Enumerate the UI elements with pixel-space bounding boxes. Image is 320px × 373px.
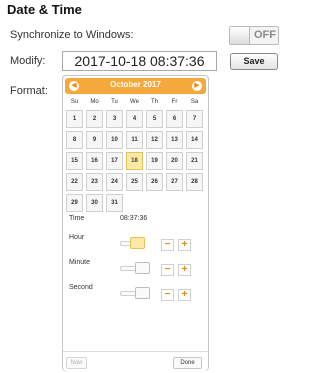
- calendar-day[interactable]: 12: [146, 131, 163, 149]
- month-title: October 2017: [110, 80, 161, 89]
- minute-label: Minute: [69, 259, 91, 266]
- calendar-day-selected[interactable]: 18: [126, 152, 143, 170]
- now-button[interactable]: Now: [66, 357, 87, 369]
- weekday-mo: Mo: [90, 99, 99, 105]
- save-button[interactable]: Save: [230, 53, 278, 70]
- calendar-day[interactable]: 4: [126, 110, 143, 128]
- calendar-day[interactable]: 27: [166, 173, 183, 191]
- modify-label: Modify:: [10, 55, 46, 67]
- calendar-day[interactable]: 3: [106, 110, 123, 128]
- weekday-th: Th: [150, 99, 158, 105]
- calendar-day[interactable]: 24: [106, 173, 123, 191]
- weekday-su: Su: [70, 99, 79, 105]
- hour-label: Hour: [69, 234, 85, 241]
- calendar-day[interactable]: 15: [66, 152, 83, 170]
- calendar-day[interactable]: 29: [66, 194, 83, 212]
- calendar-day[interactable]: 14: [186, 131, 203, 149]
- calendar-day[interactable]: 19: [146, 152, 163, 170]
- calendar-day[interactable]: 30: [86, 194, 103, 212]
- toggle-knob[interactable]: [230, 27, 250, 44]
- done-button[interactable]: Done: [173, 357, 202, 369]
- chevron-right-icon[interactable]: ▶: [192, 81, 202, 91]
- sync-toggle[interactable]: OFF: [229, 26, 279, 45]
- toggle-state-text: OFF: [254, 29, 276, 41]
- second-increment-button[interactable]: +: [178, 289, 191, 301]
- weekday-fr: Fr: [171, 99, 178, 105]
- hour-increment-button[interactable]: +: [178, 239, 191, 251]
- calendar-day[interactable]: 16: [86, 152, 103, 170]
- calendar-day[interactable]: 1: [66, 110, 83, 128]
- calendar-day[interactable]: 22: [66, 173, 83, 191]
- minute-increment-button[interactable]: +: [178, 264, 191, 276]
- calendar-day[interactable]: 10: [106, 131, 123, 149]
- weekday-we: We: [130, 99, 139, 105]
- calendar-day[interactable]: 28: [186, 173, 203, 191]
- calendar-header: ◀ October 2017 ▶: [65, 78, 206, 94]
- calendar-day[interactable]: 17: [106, 152, 123, 170]
- calendar-day[interactable]: 8: [66, 131, 83, 149]
- second-label: Second: [69, 284, 93, 291]
- calendar-day[interactable]: 9: [86, 131, 103, 149]
- calendar-day[interactable]: 11: [126, 131, 143, 149]
- calendar-day[interactable]: 13: [166, 131, 183, 149]
- sync-label: Synchronize to Windows:: [10, 29, 134, 41]
- calendar-day[interactable]: 31: [106, 194, 123, 212]
- time-value: 08:37:36: [120, 215, 148, 222]
- calendar-day[interactable]: 5: [146, 110, 163, 128]
- calendar-day[interactable]: 26: [146, 173, 163, 191]
- calendar-day[interactable]: 20: [166, 152, 183, 170]
- datetime-picker: ◀ October 2017 ▶ Su Mo Tu We Th Fr Sa 1 …: [62, 75, 209, 371]
- calendar-day[interactable]: 23: [86, 173, 103, 191]
- section-title: Date & Time: [7, 2, 82, 17]
- time-label: Time: [69, 215, 85, 222]
- calendar-day[interactable]: 25: [126, 173, 143, 191]
- calendar-day[interactable]: 2: [86, 110, 103, 128]
- hour-decrement-button[interactable]: −: [161, 239, 174, 251]
- second-slider-handle[interactable]: [135, 287, 150, 299]
- weekday-tu: Tu: [111, 99, 118, 105]
- minute-slider-handle[interactable]: [135, 262, 150, 274]
- calendar-day[interactable]: 6: [166, 110, 183, 128]
- picker-footer: Now Done: [63, 351, 208, 371]
- calendar-day[interactable]: 21: [186, 152, 203, 170]
- datetime-input[interactable]: [62, 51, 217, 71]
- hour-slider-handle[interactable]: [130, 237, 145, 249]
- weekday-sa: Sa: [190, 99, 199, 105]
- second-decrement-button[interactable]: −: [161, 289, 174, 301]
- minute-decrement-button[interactable]: −: [161, 264, 174, 276]
- format-label: Format:: [10, 85, 48, 97]
- calendar-day[interactable]: 7: [186, 110, 203, 128]
